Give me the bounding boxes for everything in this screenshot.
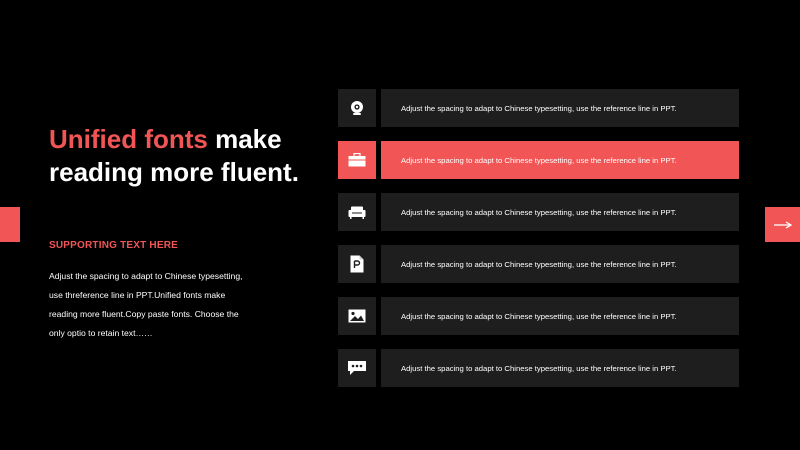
- document-p-icon: [350, 255, 364, 273]
- briefcase-icon: [348, 153, 366, 167]
- arrow-right-icon: [773, 220, 793, 229]
- feature-row: Adjust the spacing to adapt to Chinese t…: [338, 89, 739, 127]
- feature-icon-box: [338, 297, 376, 335]
- feature-list: Adjust the spacing to adapt to Chinese t…: [338, 89, 739, 401]
- feature-text: Adjust the spacing to adapt to Chinese t…: [381, 349, 739, 387]
- chat-bubble-icon: [347, 360, 367, 376]
- title-line1-rest: make: [207, 124, 282, 154]
- feature-icon-box: [338, 89, 376, 127]
- sofa-icon: [348, 206, 366, 219]
- feature-row: Adjust the spacing to adapt to Chinese t…: [338, 245, 739, 283]
- feature-text: Adjust the spacing to adapt to Chinese t…: [381, 141, 739, 179]
- body-line: use threference line in PPT.Unified font…: [49, 290, 226, 300]
- supporting-title: SUPPORTING TEXT HERE: [49, 240, 179, 251]
- feature-icon-box: [338, 245, 376, 283]
- image-icon: [348, 309, 366, 323]
- left-edge-tab: [0, 207, 20, 242]
- feature-row-active: Adjust the spacing to adapt to Chinese t…: [338, 141, 739, 179]
- feature-text: Adjust the spacing to adapt to Chinese t…: [381, 89, 739, 127]
- feature-icon-box: [338, 193, 376, 231]
- next-slide-button[interactable]: [765, 207, 800, 242]
- title-accent: Unified fonts: [49, 124, 208, 154]
- webcam-icon: [349, 100, 365, 116]
- body-line: only optio to retain text……: [49, 328, 153, 338]
- feature-icon-box: [338, 141, 376, 179]
- feature-icon-box: [338, 349, 376, 387]
- page-title: Unified fonts make reading more fluent.: [49, 123, 339, 189]
- body-line: reading more fluent.Copy paste fonts. Ch…: [49, 309, 239, 319]
- feature-text: Adjust the spacing to adapt to Chinese t…: [381, 297, 739, 335]
- feature-text: Adjust the spacing to adapt to Chinese t…: [381, 245, 739, 283]
- feature-text: Adjust the spacing to adapt to Chinese t…: [381, 193, 739, 231]
- feature-row: Adjust the spacing to adapt to Chinese t…: [338, 193, 739, 231]
- body-paragraph: Adjust the spacing to adapt to Chinese t…: [49, 267, 259, 343]
- body-line: Adjust the spacing to adapt to Chinese t…: [49, 271, 243, 281]
- title-line2: reading more fluent.: [49, 157, 299, 187]
- feature-row: Adjust the spacing to adapt to Chinese t…: [338, 349, 739, 387]
- feature-row: Adjust the spacing to adapt to Chinese t…: [338, 297, 739, 335]
